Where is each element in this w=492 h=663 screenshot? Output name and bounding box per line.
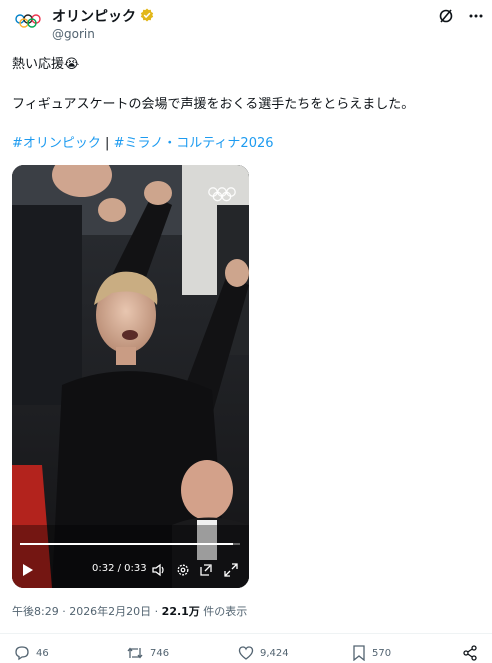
views-label: 件の表示 [199, 605, 248, 618]
repost-count: 746 [150, 647, 170, 659]
video-progress-track[interactable] [20, 543, 240, 545]
volume-icon[interactable] [152, 562, 166, 581]
header-actions [438, 8, 484, 28]
post-text-heading: 熱い応援 [12, 57, 65, 72]
video-time: 0:32 / 0:33 [92, 563, 147, 574]
post-text-line-1: 熱い応援😭 [12, 56, 79, 74]
fullscreen-icon[interactable] [224, 562, 238, 581]
grok-icon[interactable] [438, 8, 454, 28]
account-handle[interactable]: @gorin [52, 27, 95, 41]
video-progress-fill [20, 543, 234, 545]
share-button[interactable] [462, 645, 478, 661]
post-timestamp[interactable]: 午後8:29 · 2026年2月20日 · [12, 605, 162, 618]
post-meta: 午後8:29 · 2026年2月20日 · 22.1万 件の表示 [12, 603, 247, 619]
hashtags-line: #オリンピック | #ミラノ・コルティナ2026 [12, 135, 274, 153]
olympic-rings-icon [15, 14, 41, 28]
action-bar: 46 746 9,424 570 [0, 645, 492, 663]
bookmark-icon [353, 645, 365, 661]
video-frame [12, 165, 249, 588]
heart-icon [238, 646, 254, 660]
share-icon [463, 645, 477, 661]
crying-face-emoji: 😭 [64, 57, 80, 72]
avatar[interactable] [11, 4, 45, 38]
picture-in-picture-icon[interactable] [199, 562, 213, 581]
like-button[interactable]: 9,424 [238, 645, 289, 661]
verified-badge-icon [140, 7, 154, 26]
bookmark-button[interactable]: 570 [352, 645, 391, 661]
settings-gear-icon[interactable] [176, 562, 190, 581]
repost-button[interactable]: 746 [126, 645, 169, 661]
reply-icon [15, 646, 29, 661]
play-icon[interactable] [22, 562, 34, 581]
bookmark-count: 570 [372, 647, 392, 659]
more-options-icon[interactable] [468, 8, 484, 28]
reply-button[interactable]: 46 [14, 645, 49, 661]
video-player[interactable]: 0:32 / 0:33 [12, 165, 249, 588]
display-name[interactable]: オリンピック [52, 6, 136, 26]
divider [0, 633, 492, 634]
hashtag-olympic[interactable]: #オリンピック [12, 136, 101, 151]
repost-icon [127, 647, 143, 659]
views-count: 22.1万 [161, 605, 200, 618]
like-count: 9,424 [260, 647, 289, 659]
hashtag-separator: | [105, 136, 110, 151]
reply-count: 46 [36, 647, 49, 659]
post-text-line-2: フィギュアスケートの会場で声援をおくる選手たちをとらえました。 [12, 97, 415, 112]
hashtag-milano-cortina[interactable]: #ミラノ・コルティナ2026 [114, 136, 274, 151]
account-name-row: オリンピック [52, 6, 154, 26]
